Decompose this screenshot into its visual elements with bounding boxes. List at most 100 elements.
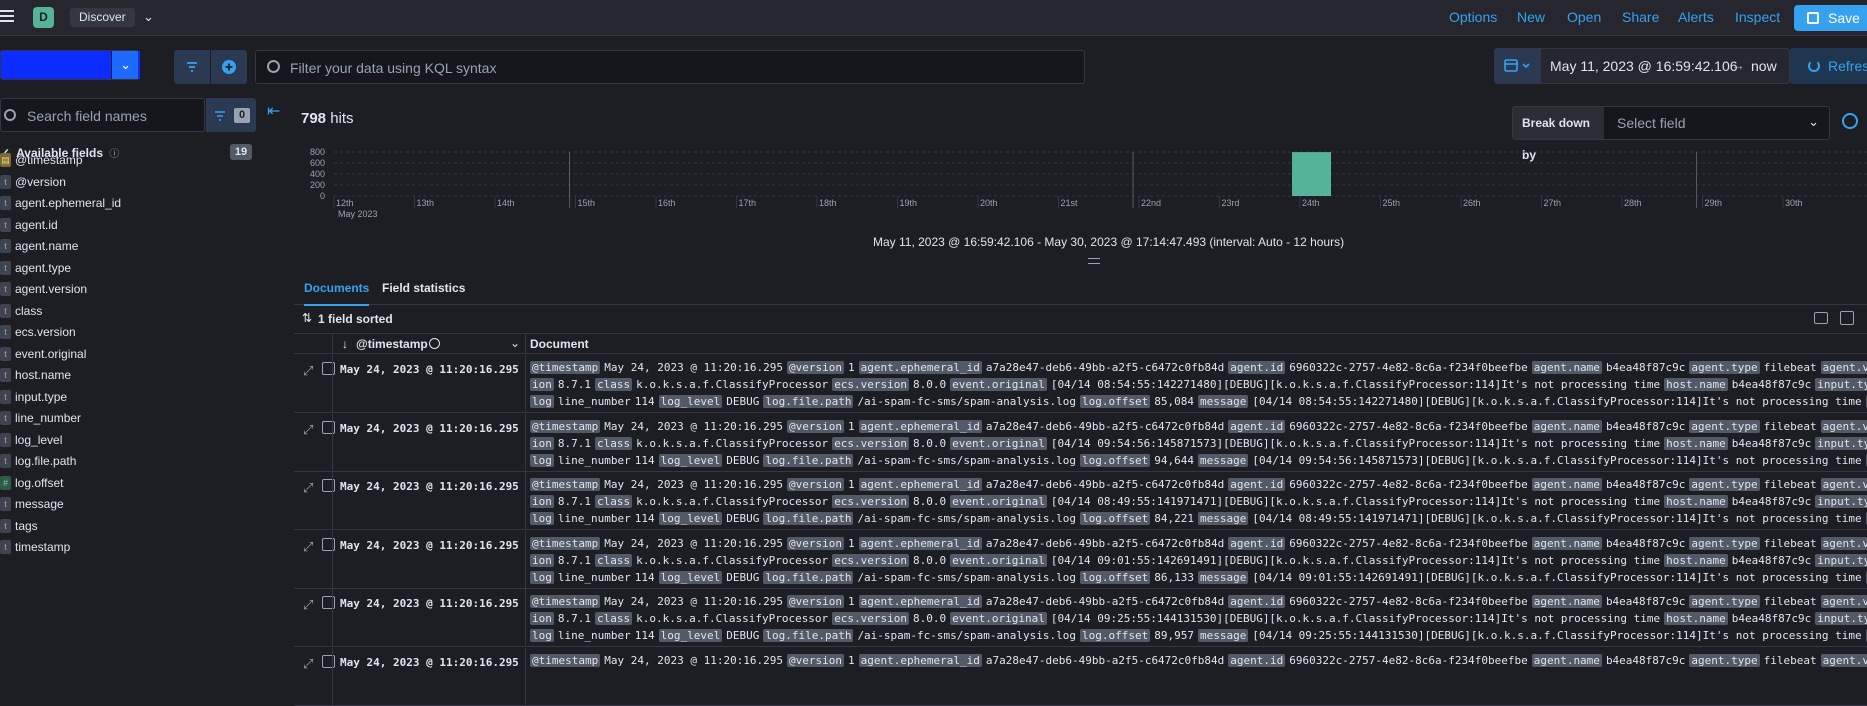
menu-icon[interactable]: [0, 10, 14, 24]
x-tick-label: 28th: [1624, 198, 1642, 208]
row-checkbox[interactable]: [322, 362, 335, 375]
date-picker[interactable]: May 11, 2023 @ 16:59:42.106 → now: [1494, 48, 1790, 84]
field-key: agent.type: [1689, 653, 1760, 667]
field-item[interactable]: t line_number: [0, 408, 250, 430]
keyboard-icon[interactable]: [1814, 312, 1828, 324]
field-item[interactable]: # log.offset: [0, 473, 250, 495]
sort-icon[interactable]: ⇅: [302, 311, 312, 325]
tab-field-statistics[interactable]: Field statistics: [382, 281, 465, 295]
filter-menu-button[interactable]: [174, 50, 210, 84]
expand-icon[interactable]: ⤢: [303, 539, 313, 555]
field-type-filter-button[interactable]: 0: [206, 98, 256, 132]
row-checkbox[interactable]: [322, 537, 335, 551]
field-key: @version: [787, 478, 845, 491]
field-search-input[interactable]: Search field names: [0, 98, 205, 132]
date-start[interactable]: May 11, 2023 @ 16:59:42.106: [1550, 58, 1738, 74]
field-item[interactable]: t log_level: [0, 430, 250, 452]
field-item[interactable]: t ecs.version: [0, 322, 250, 344]
add-filter-button[interactable]: [211, 50, 247, 84]
col-document-header[interactable]: Document: [530, 337, 589, 351]
field-item[interactable]: t class: [0, 301, 250, 323]
table-row[interactable]: ⤢ May 24, 2023 @ 11:20:16.295 @timestamp Ma…: [294, 355, 1867, 413]
field-item[interactable]: t @version: [0, 172, 250, 194]
expand-icon[interactable]: ⤢: [303, 422, 313, 438]
row-checkbox[interactable]: [322, 654, 335, 668]
field-item[interactable]: t tags: [0, 516, 250, 538]
field-key: agent.ephemeral_id: [858, 419, 982, 433]
breakdown-selector[interactable]: Break down by Select field ⌄: [1512, 106, 1830, 162]
field-item[interactable]: t input.type: [0, 387, 250, 409]
breadcrumb[interactable]: Discover: [70, 8, 135, 27]
field-item[interactable]: t agent.version: [0, 279, 250, 301]
expand-icon[interactable]: ⤢: [303, 363, 313, 379]
chevron-down-icon[interactable]: ⌄: [143, 9, 154, 25]
table-density-icon[interactable]: [1840, 311, 1854, 325]
field-key: log.offset: [1079, 629, 1151, 642]
collapse-sidebar-icon[interactable]: ⇤: [267, 101, 280, 121]
field-name: input.type: [15, 389, 68, 404]
field-item[interactable]: t host.name: [0, 365, 250, 387]
field-item[interactable]: t log.file.path: [0, 451, 250, 473]
x-tick-label: 30th: [1785, 198, 1803, 208]
document-line: ion 8.7.1 class k.o.k.s.a.f.ClassifyProcess…: [530, 493, 1867, 510]
sort-label[interactable]: 1 field sorted: [318, 312, 393, 326]
col-timestamp-header[interactable]: @timestamp: [356, 337, 428, 351]
data-view-selector[interactable]: ⌄: [0, 50, 140, 80]
histogram-bar[interactable]: [1292, 152, 1331, 196]
x-tick-label: 19th: [900, 198, 918, 208]
field-value: /ai-spam-fc-sms/spam-analysis.log: [857, 395, 1076, 408]
nav-alerts[interactable]: Alerts: [1678, 9, 1714, 25]
table-row[interactable]: ⤢ May 24, 2023 @ 11:20:16.295 @timestamp Ma…: [294, 530, 1867, 589]
nav-open[interactable]: Open: [1567, 9, 1601, 25]
x-tick-label: 12th: [336, 198, 354, 208]
field-key: log: [530, 512, 554, 525]
sort-desc-icon[interactable]: ↓: [342, 337, 348, 351]
table-row[interactable]: ⤢ May 24, 2023 @ 11:20:16.295 @timestamp Ma…: [294, 472, 1867, 530]
field-key: agent.type: [1689, 419, 1760, 433]
field-value: 6960322c-2757-4e82-8c6a-f234f0beefbe: [1289, 536, 1528, 550]
column-divider: [332, 530, 333, 588]
nav-new[interactable]: New: [1517, 9, 1545, 25]
document-line: log line_number 114 log_level DEBUG log.file.…: [530, 627, 1867, 644]
save-button[interactable]: Save: [1794, 5, 1867, 31]
date-end[interactable]: now: [1751, 58, 1777, 74]
row-checkbox[interactable]: [322, 596, 335, 609]
chevron-down-icon[interactable]: ⌄: [510, 336, 520, 350]
field-item[interactable]: t agent.type: [0, 258, 250, 280]
field-item[interactable]: t timestamp: [0, 537, 250, 559]
refresh-button[interactable]: Refresh: [1790, 48, 1867, 84]
field-key: agent.ver: [1820, 653, 1867, 667]
row-checkbox[interactable]: [322, 420, 335, 434]
nav-inspect[interactable]: Inspect: [1735, 9, 1780, 25]
resize-handle[interactable]: [1088, 258, 1100, 264]
expand-icon[interactable]: ⤢: [303, 656, 313, 672]
field-item[interactable]: t message: [0, 494, 250, 516]
field-key: message: [1197, 395, 1249, 408]
kql-query-input[interactable]: Filter your data using KQL syntax: [255, 50, 1085, 84]
nav-options[interactable]: Options: [1449, 9, 1497, 25]
tab-documents[interactable]: Documents: [304, 281, 370, 306]
column-divider: [332, 355, 333, 412]
field-key: log_level: [658, 453, 723, 467]
expand-icon[interactable]: ⤢: [303, 597, 313, 613]
field-item[interactable]: t agent.name: [0, 236, 250, 258]
field-value: filebeat: [1763, 595, 1817, 608]
field-item[interactable]: t agent.ephemeral_id: [0, 193, 250, 215]
field-key: agent.id: [1228, 536, 1286, 550]
table-row[interactable]: ⤢ May 24, 2023 @ 11:20:16.295 @timestamp Ma…: [294, 413, 1867, 472]
quick-select-button[interactable]: [1495, 49, 1541, 83]
chart-options-icon[interactable]: [1842, 113, 1858, 129]
field-key: host.name: [1664, 378, 1728, 391]
field-item[interactable]: t event.original: [0, 344, 250, 366]
table-row[interactable]: ⤢ May 24, 2023 @ 11:20:16.295 @timestamp Ma…: [294, 647, 1867, 706]
field-value: 114: [634, 453, 655, 467]
table-row[interactable]: ⤢ May 24, 2023 @ 11:20:16.295 @timestamp Ma…: [294, 589, 1867, 647]
nav-share[interactable]: Share: [1622, 9, 1659, 25]
field-key: agent.ver: [1820, 419, 1867, 433]
field-item[interactable]: ▤ @timestamp: [0, 150, 250, 172]
row-checkbox[interactable]: [322, 479, 335, 492]
field-item[interactable]: t agent.id: [0, 215, 250, 237]
column-divider: [332, 589, 333, 646]
expand-icon[interactable]: ⤢: [303, 480, 313, 496]
space-avatar[interactable]: D: [33, 7, 54, 28]
